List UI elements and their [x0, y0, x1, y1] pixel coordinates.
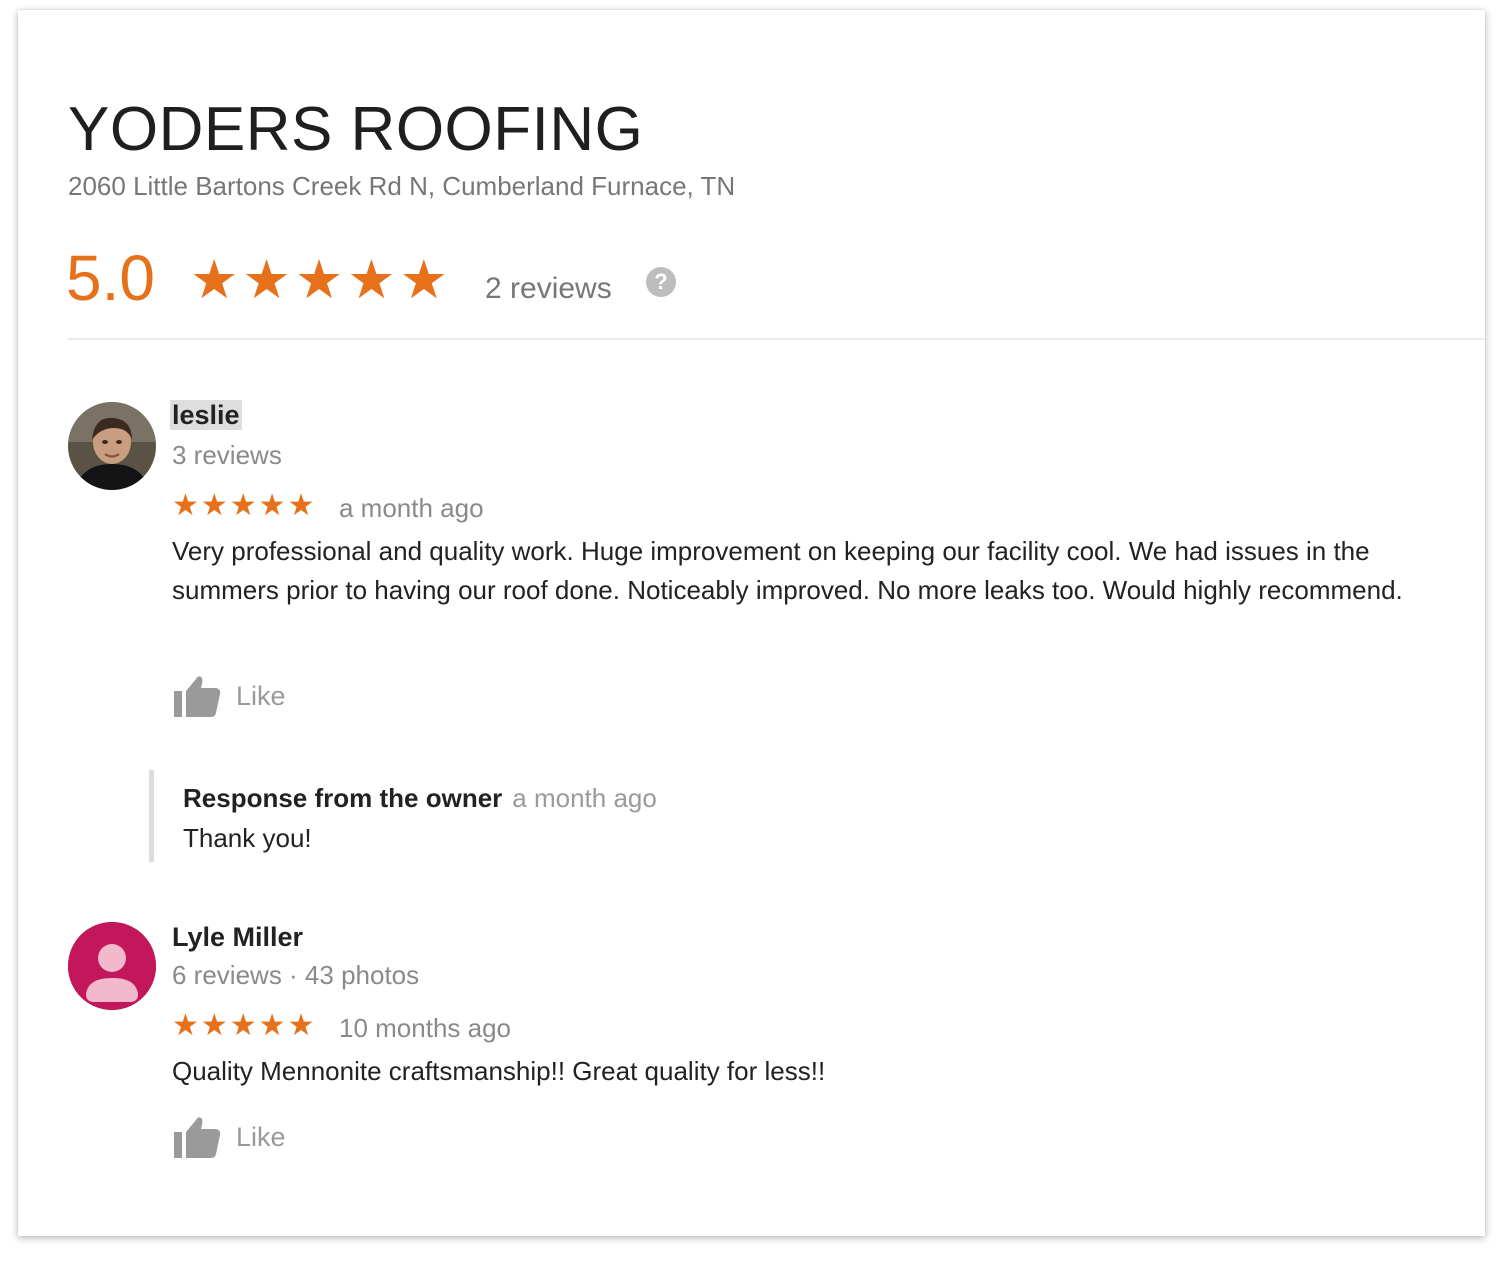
thumbs-up-icon: [174, 676, 221, 717]
review-stars: ★★★★★: [172, 1009, 317, 1042]
reviewer-meta[interactable]: 3 reviews: [172, 440, 282, 471]
reviewer-name[interactable]: Lyle Miller: [172, 922, 303, 953]
reviewer-name[interactable]: leslie: [170, 400, 242, 430]
review-count-link[interactable]: 2 reviews: [485, 272, 612, 306]
business-address: 2060 Little Bartons Creek Rd N, Cumberla…: [68, 171, 736, 201]
help-icon[interactable]: ?: [646, 267, 676, 297]
header-divider: [68, 338, 1485, 340]
rating-stars: ★★★★★: [190, 250, 453, 310]
like-label: Like: [236, 1121, 286, 1152]
like-button[interactable]: Like: [174, 674, 286, 718]
owner-response-bar: [149, 770, 154, 862]
avatar-photo: [68, 402, 156, 490]
average-rating: 5.0: [66, 242, 155, 314]
review-time: 10 months ago: [339, 1013, 512, 1043]
review-stars: ★★★★★: [172, 489, 317, 522]
owner-response-text: Thank you!: [183, 823, 312, 853]
thumbs-up-icon: [174, 1117, 221, 1158]
owner-response-time: a month ago: [512, 783, 657, 813]
default-person-icon: [68, 922, 156, 1010]
owner-response-header: Response from the owner a month ago: [183, 783, 657, 814]
review-text: Quality Mennonite craftsmanship!! Great …: [172, 1056, 826, 1086]
review-text: Very professional and quality work. Huge…: [172, 536, 1403, 605]
owner-response-label: Response from the owner: [183, 783, 503, 813]
reviewer-meta[interactable]: 6 reviews · 43 photos: [172, 960, 419, 991]
review-time: a month ago: [339, 493, 484, 523]
business-name: YODERS ROOFING: [68, 95, 644, 164]
like-button[interactable]: Like: [174, 1115, 286, 1159]
reviews-card: YODERS ROOFING 2060 Little Bartons Creek…: [18, 10, 1485, 1236]
like-label: Like: [236, 680, 286, 711]
reviewer-avatar[interactable]: [68, 922, 156, 1010]
reviewer-avatar[interactable]: [68, 402, 156, 490]
